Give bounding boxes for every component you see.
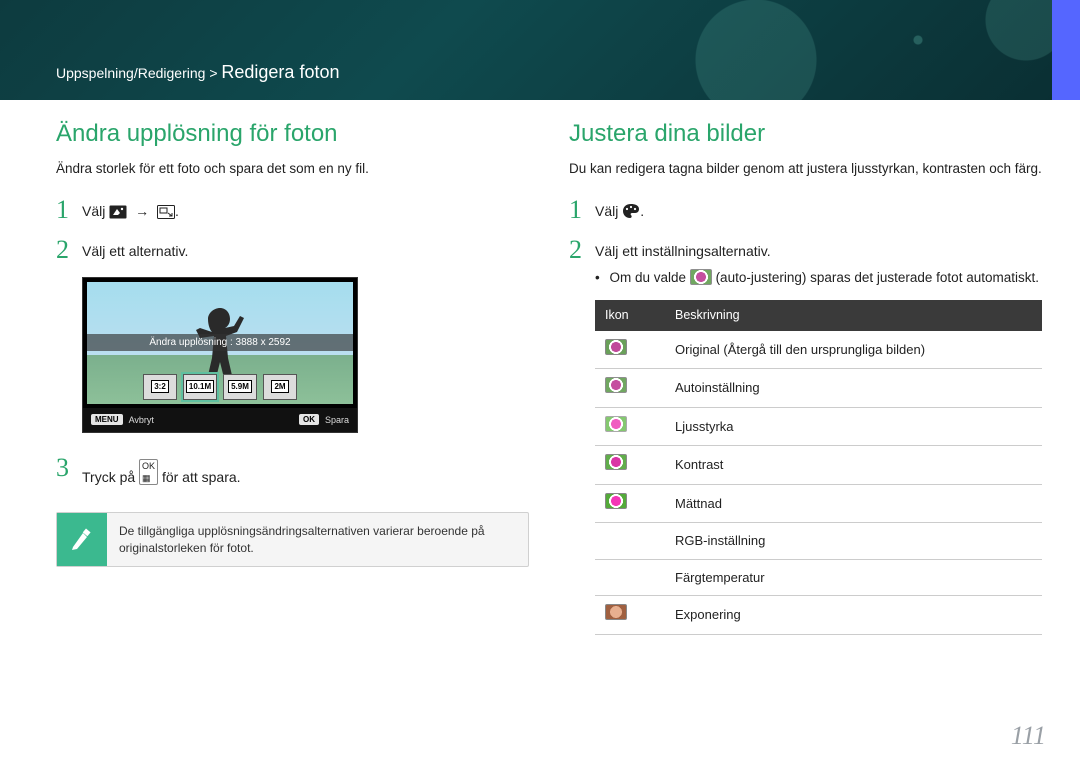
section-title-adjust: Justera dina bilder [569, 120, 1042, 148]
step-2-body: Välj ett alternativ. [82, 237, 529, 262]
size-option[interactable]: 5.9M [223, 374, 257, 400]
breadcrumb: Uppspelning/Redigering > Redigera foton [56, 62, 339, 83]
table-row: Kontrast [595, 446, 1042, 485]
size-option[interactable]: 10.1M [183, 374, 217, 400]
section-title-resolution: Ändra upplösning för foton [56, 120, 529, 148]
step-number: 2 [56, 237, 82, 263]
contrast-thumb-icon [605, 454, 627, 470]
table-row: Original (Återgå till den ursprungliga b… [595, 331, 1042, 369]
breadcrumb-path: Uppspelning/Redigering > [56, 65, 218, 81]
adjust-step2: Välj ett inställningsalternativ. • Om du… [595, 237, 1042, 635]
step1-prefix: Välj [82, 203, 109, 219]
page-number: 111 [1011, 721, 1046, 751]
breadcrumb-page: Redigera foton [221, 62, 339, 82]
row-desc: Färgtemperatur [665, 559, 1042, 596]
resize-icon [157, 205, 175, 219]
bullet-dot-icon: • [595, 270, 600, 285]
row-desc: Kontrast [665, 446, 1042, 485]
edit-icon [109, 205, 127, 219]
sub-prefix: Om du valde [610, 270, 690, 285]
saturation-thumb-icon [605, 493, 627, 509]
step-number: 2 [569, 237, 595, 263]
table-head-desc: Beskrivning [665, 300, 1042, 331]
step-3-body: Tryck på OK▦ för att spara. [82, 455, 529, 488]
auto-thumb-icon [605, 377, 627, 393]
menu-label: Avbryt [129, 415, 154, 425]
adjust-step1: Välj . [595, 197, 1042, 222]
adjust-step2-text: Välj ett inställningsalternativ. [595, 243, 771, 259]
original-thumb-icon [605, 339, 627, 355]
row-desc: RGB-inställning [665, 523, 1042, 560]
adjustment-table: Ikon Beskrivning Original (Återgå till d… [595, 300, 1042, 635]
table-row: Mättnad [595, 484, 1042, 523]
step-number: 1 [569, 197, 595, 223]
palette-icon [622, 204, 640, 218]
table-row: Ljusstyrka [595, 407, 1042, 446]
row-desc: Ljusstyrka [665, 407, 1042, 446]
step-number: 3 [56, 455, 82, 481]
arrow-icon: → [135, 203, 149, 219]
note-icon [57, 513, 107, 567]
table-row: Autoinställning [595, 369, 1042, 408]
adjust-step1-prefix: Välj [595, 203, 622, 219]
adjust-sub-bullet: • Om du valde (auto-justering) sparas de… [595, 268, 1042, 288]
table-row: Exponering [595, 596, 1042, 635]
row-desc: Autoinställning [665, 369, 1042, 408]
ok-key-icon: OK▦ [139, 459, 158, 485]
right-column: Justera dina bilder Du kan redigera tagn… [569, 120, 1042, 725]
size-option[interactable]: 3:2 [143, 374, 177, 400]
ok-key: OK [299, 414, 319, 425]
size-option[interactable]: 2M [263, 374, 297, 400]
sub-suffix: (auto-justering) sparas det justerade fo… [716, 270, 1039, 285]
table-row: RGB-inställning [595, 523, 1042, 560]
note-text: De tillgängliga upplösningsändringsalter… [107, 513, 528, 567]
size-option-row: 3:2 10.1M 5.9M 2M [143, 374, 297, 400]
menu-key: MENU [91, 414, 123, 425]
step3-suffix: för att spara. [162, 469, 241, 485]
intro-resolution: Ändra storlek för ett foto och spara det… [56, 160, 529, 179]
exposure-thumb-icon [605, 604, 627, 620]
step3-prefix: Tryck på [82, 469, 139, 485]
brightness-thumb-icon [605, 416, 627, 432]
row-desc: Mättnad [665, 484, 1042, 523]
row-desc: Original (Återgå till den ursprungliga b… [665, 331, 1042, 369]
step-1-body: Välj → . [82, 197, 529, 222]
ok-label: Spara [325, 415, 349, 425]
table-head-icon: Ikon [595, 300, 665, 331]
table-row: Färgtemperatur [595, 559, 1042, 596]
header-banner: Uppspelning/Redigering > Redigera foton [0, 0, 1080, 100]
step-number: 1 [56, 197, 82, 223]
note-box: De tillgängliga upplösningsändringsalter… [56, 512, 529, 568]
camera-screen-mock: Ändra upplösning : 3888 x 2592 3:2 10.1M… [82, 277, 358, 433]
auto-adjust-thumb-icon [690, 269, 712, 285]
row-desc: Exponering [665, 596, 1042, 635]
intro-adjust: Du kan redigera tagna bilder genom att j… [569, 160, 1042, 179]
resolution-label: Ändra upplösning : 3888 x 2592 [87, 334, 353, 351]
screen-footer: MENU Avbryt OK Spara [83, 408, 357, 432]
left-column: Ändra upplösning för foton Ändra storlek… [56, 120, 529, 725]
